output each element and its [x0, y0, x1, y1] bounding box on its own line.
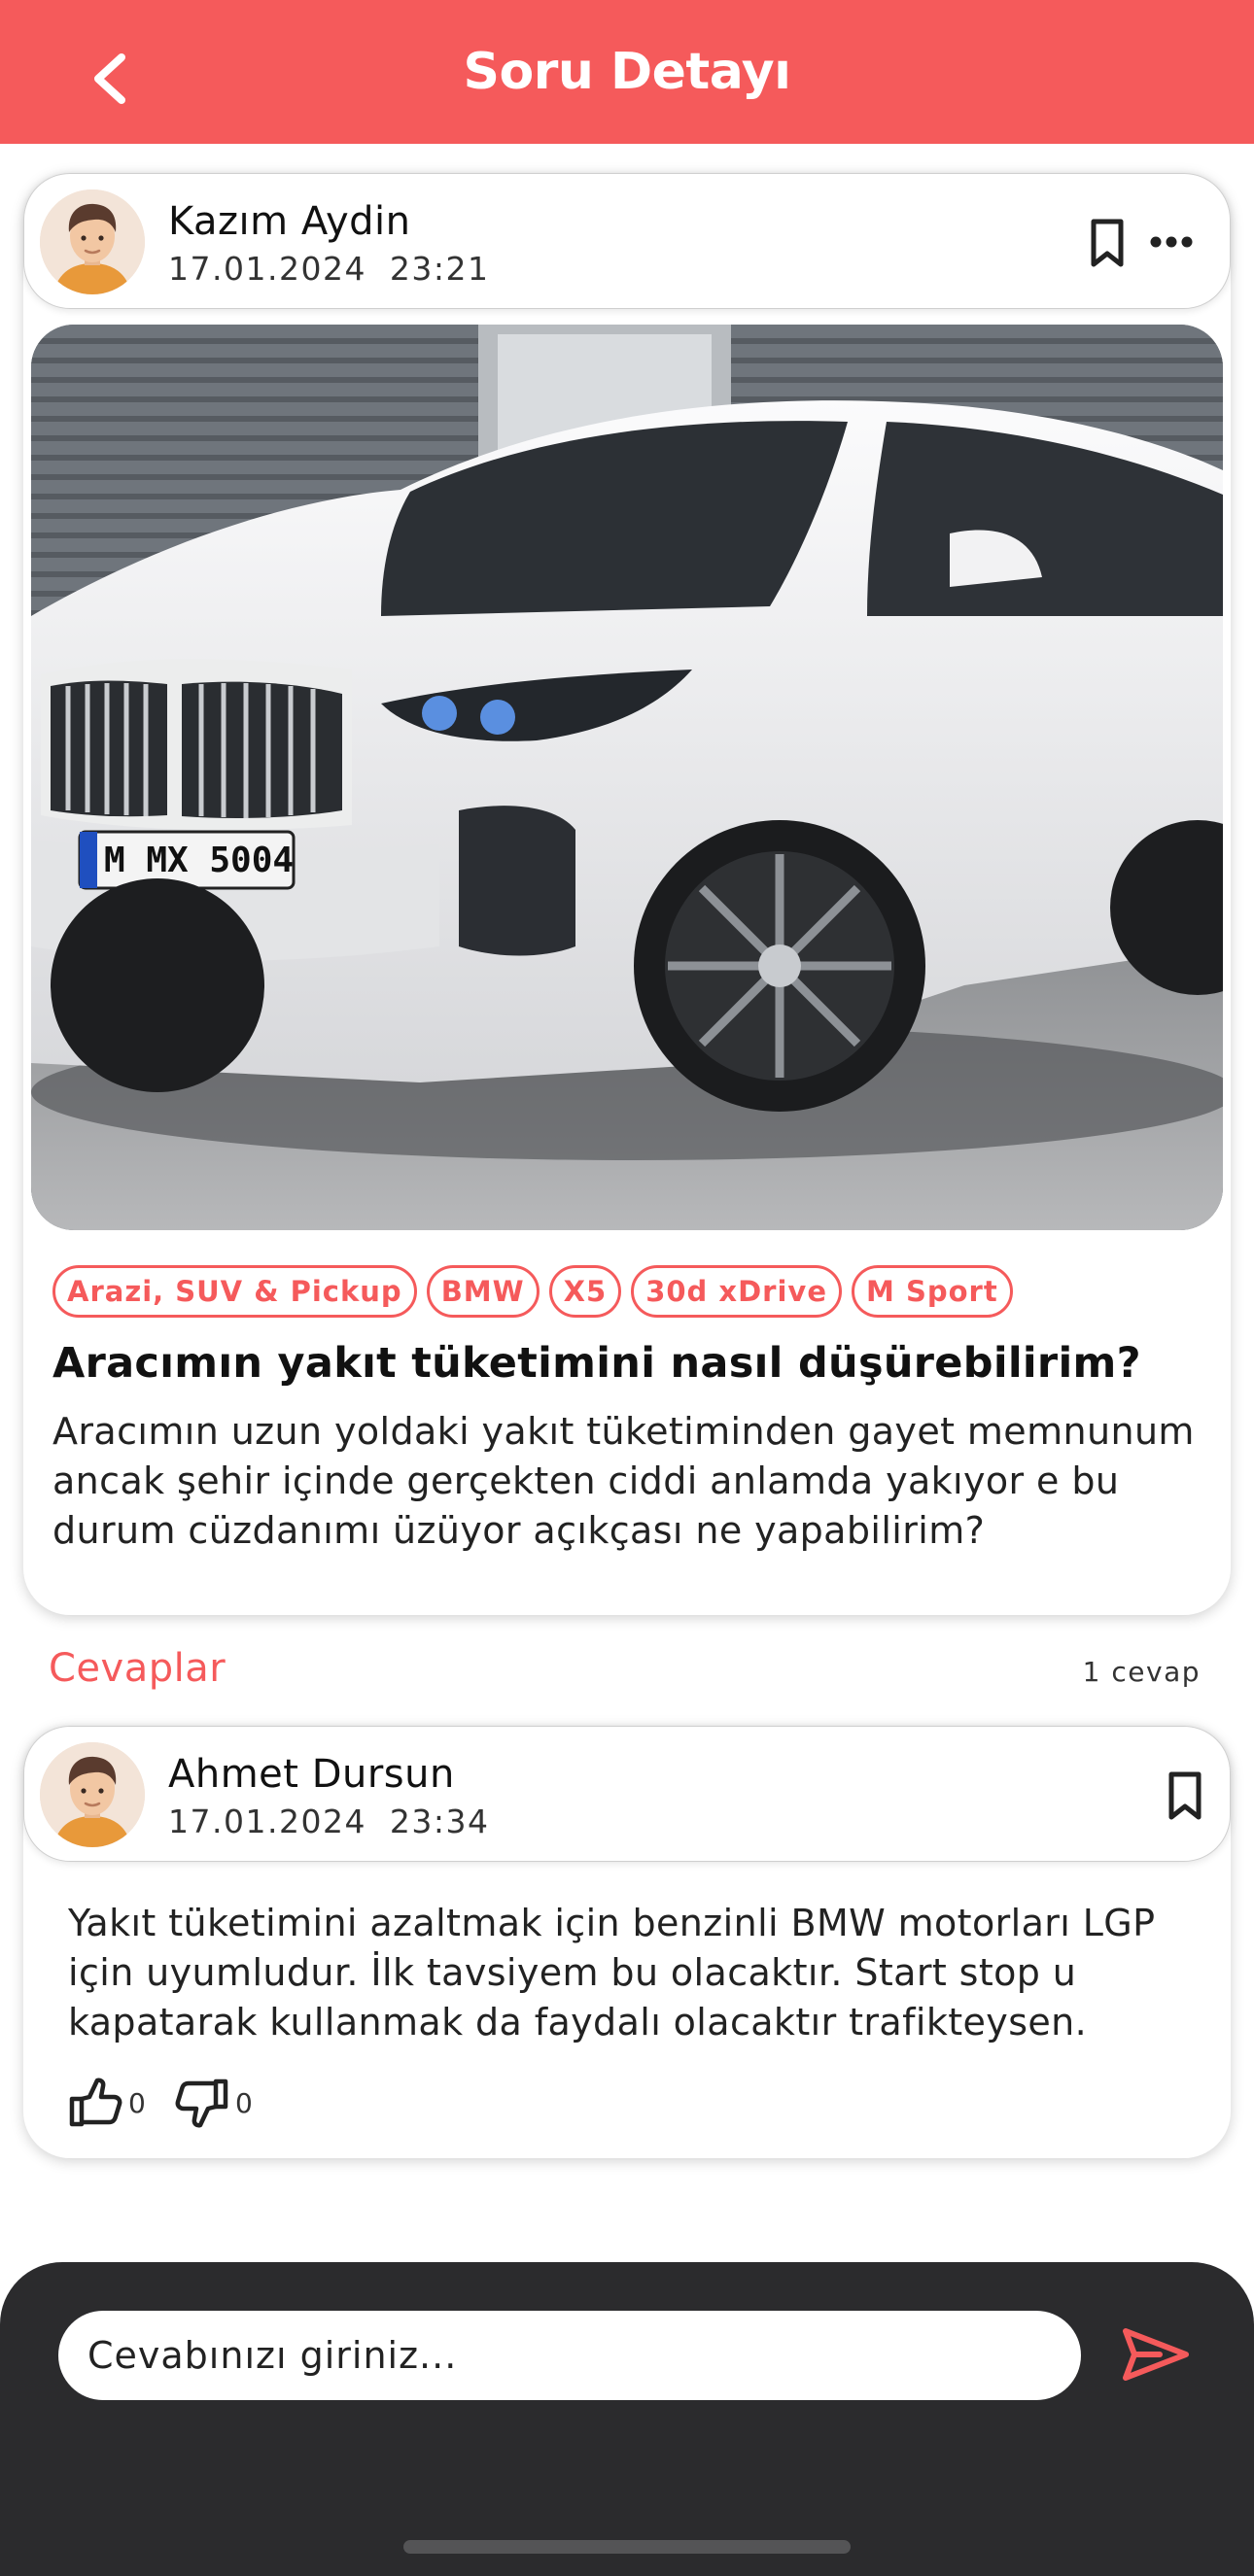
bookmark-button[interactable]: [1164, 1769, 1206, 1822]
user-avatar-icon: [40, 189, 145, 294]
bookmark-icon: [1168, 1771, 1202, 1820]
tag-list: Arazi, SUV & Pickup BMW X5 30d xDrive M …: [52, 1265, 1013, 1318]
author-name: Ahmet Dursun: [168, 1752, 455, 1797]
answer-card: Ahmet Dursun 17.01.2024 23:34 Yakıt tüke…: [23, 1726, 1231, 2158]
author-name: Kazım Aydin: [168, 199, 411, 244]
author-avatar[interactable]: [40, 1742, 145, 1847]
post-date: 17.01.2024 23:21: [168, 250, 490, 288]
answer-author-bar: Ahmet Dursun 17.01.2024 23:34: [23, 1726, 1231, 1862]
like-button[interactable]: 0: [68, 2074, 146, 2132]
question-author-bar: Kazım Aydin 17.01.2024 23:21: [23, 173, 1231, 309]
bookmark-icon: [1091, 219, 1124, 267]
car-photo: M MX 5004: [31, 325, 1223, 1230]
post-date: 17.01.2024 23:34: [168, 1803, 490, 1840]
dislike-count: 0: [235, 2086, 253, 2119]
thumbs-down-icon: [175, 2078, 228, 2128]
like-count: 0: [128, 2086, 146, 2119]
tag-chip[interactable]: X5: [548, 1265, 622, 1318]
license-plate: M MX 5004: [104, 841, 294, 880]
question-body: Aracımın uzun yoldaki yakıt tüketiminden…: [52, 1410, 1195, 1552]
question-image[interactable]: M MX 5004: [31, 325, 1223, 1230]
send-button[interactable]: [1116, 2315, 1196, 2394]
reply-input[interactable]: [58, 2311, 1081, 2400]
send-icon: [1123, 2328, 1189, 2381]
question-card: Kazım Aydin 17.01.2024 23:21 M MX 5004 A…: [23, 173, 1231, 1615]
tag-chip[interactable]: M Sport: [852, 1265, 1013, 1318]
dislike-button[interactable]: 0: [175, 2074, 253, 2132]
home-indicator: [403, 2540, 851, 2554]
bookmark-button[interactable]: [1086, 217, 1129, 269]
app-header: Soru Detayı: [0, 0, 1254, 144]
answers-heading: Cevaplar: [49, 1646, 226, 1691]
author-avatar[interactable]: [40, 189, 145, 294]
reply-composer: [0, 2262, 1254, 2576]
tag-chip[interactable]: BMW: [426, 1265, 540, 1318]
thumbs-up-icon: [69, 2078, 122, 2127]
more-horizontal-icon: [1150, 236, 1193, 248]
answer-body: Yakıt tüketimini azaltmak için benzinli …: [68, 1902, 1156, 2044]
question-title: Aracımın yakıt tüketimini nasıl düşürebi…: [52, 1339, 1141, 1388]
page-title: Soru Detayı: [463, 43, 791, 101]
tag-chip[interactable]: Arazi, SUV & Pickup: [52, 1265, 417, 1318]
more-options-button[interactable]: [1142, 223, 1201, 261]
tag-chip[interactable]: 30d xDrive: [631, 1265, 842, 1318]
answers-count: 1 cevap: [1082, 1656, 1201, 1688]
user-avatar-icon: [40, 1742, 145, 1847]
